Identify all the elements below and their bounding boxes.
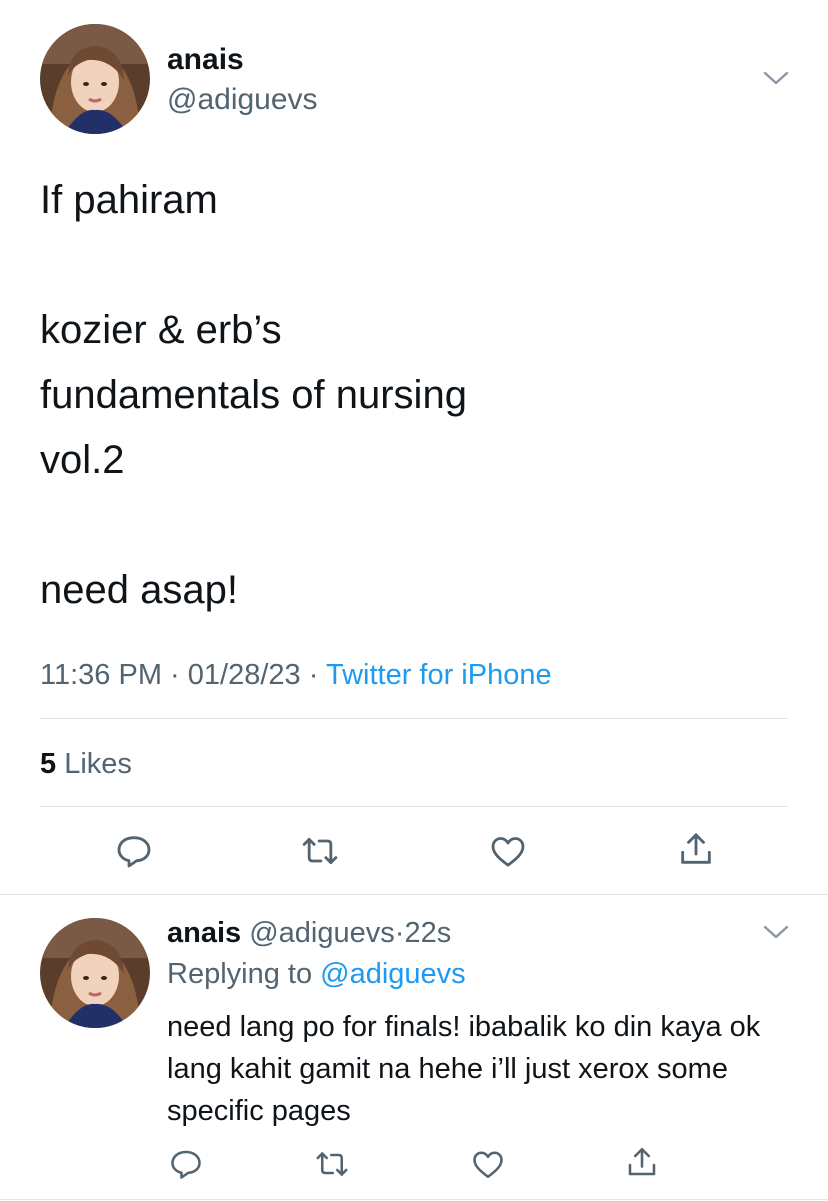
tweet-date: 01/28/23 xyxy=(187,659,301,691)
replying-to: Replying to @adiguevs xyxy=(167,955,466,993)
tweet-text: If pahiram kozier & erb’s fundamentals o… xyxy=(40,178,467,612)
reply-age[interactable]: 22s xyxy=(404,917,451,949)
like-icon[interactable] xyxy=(470,1146,506,1182)
reply-chevron-down-icon[interactable] xyxy=(762,922,790,942)
section-divider xyxy=(0,894,828,895)
likes-number: 5 xyxy=(40,748,57,780)
divider xyxy=(40,806,788,807)
reply-icon[interactable] xyxy=(168,1146,204,1182)
tweet-source-link[interactable]: Twitter for iPhone xyxy=(326,659,552,691)
tweet-time: 11:36 PM xyxy=(40,659,162,691)
likes-label: Likes xyxy=(64,748,132,780)
reply-text: need lang po for finals! ibabalik ko din… xyxy=(167,1011,761,1127)
replying-to-handle[interactable]: @adiguevs xyxy=(320,958,466,990)
chevron-down-icon[interactable] xyxy=(762,68,790,88)
avatar[interactable] xyxy=(40,24,150,134)
handle[interactable]: @adiguevs xyxy=(167,82,318,118)
meta-separator: · xyxy=(308,659,319,691)
reply-header: anais @adiguevs·22s xyxy=(167,914,451,952)
retweet-icon[interactable] xyxy=(300,831,340,871)
tweet-meta: 11:36 PM · 01/28/23 · Twitter for iPhone xyxy=(40,655,552,695)
reply-handle[interactable]: @adiguevs xyxy=(249,917,395,949)
share-icon[interactable] xyxy=(624,1144,660,1180)
reply-icon[interactable] xyxy=(114,831,154,871)
meta-separator: · xyxy=(170,659,180,691)
reply-display-name[interactable]: anais xyxy=(167,917,241,949)
divider xyxy=(40,718,788,719)
reply-separator: · xyxy=(394,917,405,949)
reply-avatar[interactable] xyxy=(40,918,150,1028)
likes-count[interactable]: 5 Likes xyxy=(40,744,132,784)
display-name[interactable]: anais xyxy=(167,42,244,78)
bottom-divider xyxy=(0,1199,828,1200)
retweet-icon[interactable] xyxy=(314,1146,350,1182)
like-icon[interactable] xyxy=(488,831,528,871)
replying-to-label: Replying to xyxy=(167,958,313,990)
share-icon[interactable] xyxy=(676,829,716,869)
